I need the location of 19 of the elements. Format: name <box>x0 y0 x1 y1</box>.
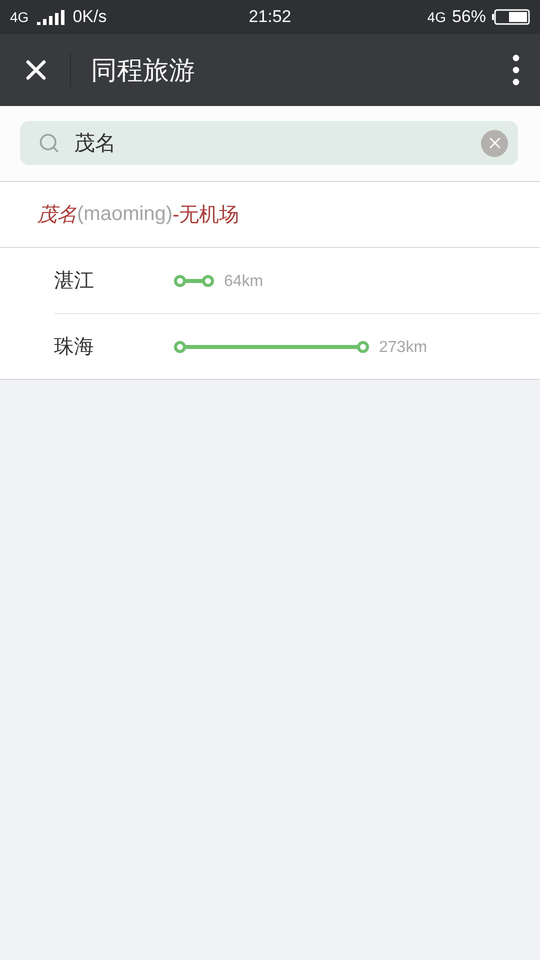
clock: 21:52 <box>248 7 292 27</box>
distance-bar <box>174 274 214 288</box>
airport-note: -无机场 <box>172 203 240 228</box>
city-name[interactable]: 珠海 <box>54 333 174 360</box>
search-icon <box>38 132 60 154</box>
search-field[interactable]: 茂名 <box>20 121 518 165</box>
city-pinyin: (maoming) <box>77 203 173 226</box>
network-label: 4G <box>10 9 29 25</box>
speed-label: 0K/s <box>72 7 107 27</box>
more-button[interactable] <box>512 54 520 86</box>
distance-label: 64km <box>224 272 264 290</box>
app-title: 同程旅游 <box>91 54 196 86</box>
city-name[interactable]: 湛江 <box>54 267 174 294</box>
battery-label: 56% <box>452 7 486 27</box>
distance-label: 273km <box>379 338 428 356</box>
city-name: 茂名 <box>37 203 77 228</box>
network-label: 4G <box>427 9 446 25</box>
signal-icon <box>36 9 65 25</box>
battery-icon <box>492 9 530 25</box>
